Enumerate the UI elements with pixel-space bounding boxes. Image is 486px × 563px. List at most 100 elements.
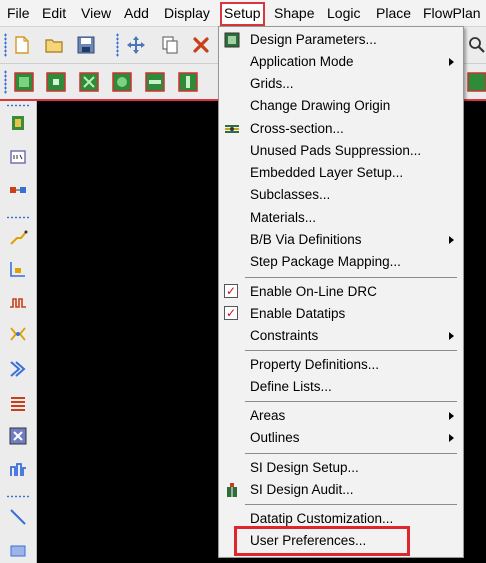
menu-item-label: SI Design Setup...: [250, 460, 359, 475]
menu-item-change-drawing-origin[interactable]: Change Drawing Origin: [219, 95, 463, 117]
menu-item-label: B/B Via Definitions: [250, 232, 362, 247]
menu-item-constraints[interactable]: Constraints: [219, 325, 463, 347]
menu-item-label: Outlines: [250, 430, 300, 445]
cross-section-icon: [225, 125, 239, 133]
menu-item-embedded-layer-setup[interactable]: Embedded Layer Setup...: [219, 162, 463, 184]
menu-item-application-mode[interactable]: Application Mode: [219, 51, 463, 73]
menu-item-design-parameters[interactable]: Design Parameters...: [219, 29, 463, 51]
delete-icon[interactable]: [189, 33, 213, 57]
menu-separator: [245, 350, 457, 351]
submenu-arrow-icon: [449, 332, 454, 340]
menu-bar: File Edit View Add Display Setup Shape L…: [0, 0, 486, 27]
si-audit-icon: [227, 483, 237, 497]
add-connect-icon[interactable]: [6, 225, 30, 249]
bus-icon[interactable]: [6, 391, 30, 415]
menu-item-label: Property Definitions...: [250, 357, 380, 372]
menu-item-label: Design Parameters...: [250, 32, 377, 47]
user-preferences-highlight: [234, 526, 410, 556]
menu-item-subclasses[interactable]: Subclasses...: [219, 184, 463, 206]
menu-item-si-design-setup[interactable]: SI Design Setup...: [219, 457, 463, 479]
left-toolbar: [0, 101, 37, 563]
menu-item-materials[interactable]: Materials...: [219, 207, 463, 229]
menu-shape[interactable]: Shape: [272, 3, 316, 23]
line-icon[interactable]: [6, 505, 30, 529]
layer-view-icon-6[interactable]: [176, 70, 200, 94]
setup-menu: Design Parameters... Application Mode Gr…: [218, 26, 464, 558]
menu-item-label: Areas: [250, 408, 286, 423]
menu-item-cross-section[interactable]: Cross-section...: [219, 118, 463, 140]
checkbox-icon: ✓: [224, 306, 238, 320]
menu-item-step-package-mapping[interactable]: Step Package Mapping...: [219, 251, 463, 273]
slide-icon[interactable]: [6, 257, 30, 281]
rectangle-icon[interactable]: [6, 539, 30, 563]
zoom-icon[interactable]: [465, 33, 486, 57]
check-mark: ✓: [225, 284, 237, 298]
new-file-icon[interactable]: [10, 33, 34, 57]
menu-item-property-definitions[interactable]: Property Definitions...: [219, 354, 463, 376]
checkbox-icon: ✓: [224, 284, 238, 298]
menu-item-define-lists[interactable]: Define Lists...: [219, 376, 463, 398]
toolbar-grip[interactable]: [116, 33, 119, 57]
menu-flowplan[interactable]: FlowPlan: [421, 3, 483, 23]
menu-edit[interactable]: Edit: [40, 3, 68, 23]
submenu-arrow-icon: [449, 236, 454, 244]
menu-setup[interactable]: Setup: [220, 2, 265, 26]
component-icon[interactable]: [6, 111, 30, 135]
menu-item-label: Enable On-Line DRC: [250, 284, 377, 299]
menu-item-si-design-audit[interactable]: SI Design Audit...: [219, 479, 463, 501]
menu-item-label: Enable Datatips: [250, 306, 346, 321]
check-mark: ✓: [225, 306, 237, 320]
menu-item-label: Application Mode: [250, 54, 354, 69]
shape-icon[interactable]: [6, 457, 30, 481]
menu-logic[interactable]: Logic: [325, 3, 362, 23]
layer-view-icon-3[interactable]: [77, 70, 101, 94]
move-icon[interactable]: [124, 33, 148, 57]
delay-tune-icon[interactable]: [6, 291, 30, 315]
layer-view-icon-1[interactable]: [12, 70, 36, 94]
menu-item-enable-online-drc[interactable]: ✓ Enable On-Line DRC: [219, 281, 463, 303]
menu-item-label: Define Lists...: [250, 379, 332, 394]
design-parameters-icon: [224, 32, 240, 48]
menu-file[interactable]: File: [5, 3, 32, 23]
menu-place[interactable]: Place: [374, 3, 413, 23]
toolbar-grip[interactable]: [4, 70, 7, 94]
toolbar-grip[interactable]: [6, 216, 30, 219]
save-icon[interactable]: [74, 33, 98, 57]
menu-separator: [245, 453, 457, 454]
layer-view-icon-4[interactable]: [110, 70, 134, 94]
toolbar-grip[interactable]: [6, 495, 30, 498]
toolbar-grip[interactable]: [4, 33, 7, 57]
submenu-arrow-icon: [449, 412, 454, 420]
open-folder-icon[interactable]: [42, 33, 66, 57]
menu-item-grids[interactable]: Grids...: [219, 73, 463, 95]
connect-icon[interactable]: [6, 178, 30, 202]
menu-view[interactable]: View: [79, 3, 113, 23]
add-via-icon[interactable]: [6, 323, 30, 347]
menu-item-label: Subclasses...: [250, 187, 331, 202]
menu-separator: [245, 277, 457, 278]
menu-item-enable-datatips[interactable]: ✓ Enable Datatips: [219, 303, 463, 325]
fanout-icon[interactable]: [6, 357, 30, 381]
layer-view-icon-2[interactable]: [44, 70, 68, 94]
menu-item-label: Embedded Layer Setup...: [250, 165, 404, 180]
menu-item-bb-via-definitions[interactable]: B/B Via Definitions: [219, 229, 463, 251]
place-component-icon[interactable]: [6, 145, 30, 169]
menu-item-label: Step Package Mapping...: [250, 254, 401, 269]
submenu-arrow-icon: [449, 58, 454, 66]
menu-item-label: Cross-section...: [250, 121, 344, 136]
layer-view-icon-7[interactable]: [465, 70, 486, 94]
copy-icon[interactable]: [158, 33, 182, 57]
menu-item-unused-pads-suppression[interactable]: Unused Pads Suppression...: [219, 140, 463, 162]
menu-item-areas[interactable]: Areas: [219, 405, 463, 427]
menu-item-label: Change Drawing Origin: [250, 98, 391, 113]
layer-view-icon-5[interactable]: [143, 70, 167, 94]
menu-item-outlines[interactable]: Outlines: [219, 427, 463, 449]
route-grid-icon[interactable]: [6, 424, 30, 448]
menu-display[interactable]: Display: [162, 3, 212, 23]
menu-item-label: SI Design Audit...: [250, 482, 354, 497]
menu-item-label: Constraints: [250, 328, 319, 343]
toolbar-grip[interactable]: [6, 104, 30, 107]
menu-add[interactable]: Add: [122, 3, 151, 23]
menu-item-label: Materials...: [250, 210, 317, 225]
menu-separator: [245, 504, 457, 505]
